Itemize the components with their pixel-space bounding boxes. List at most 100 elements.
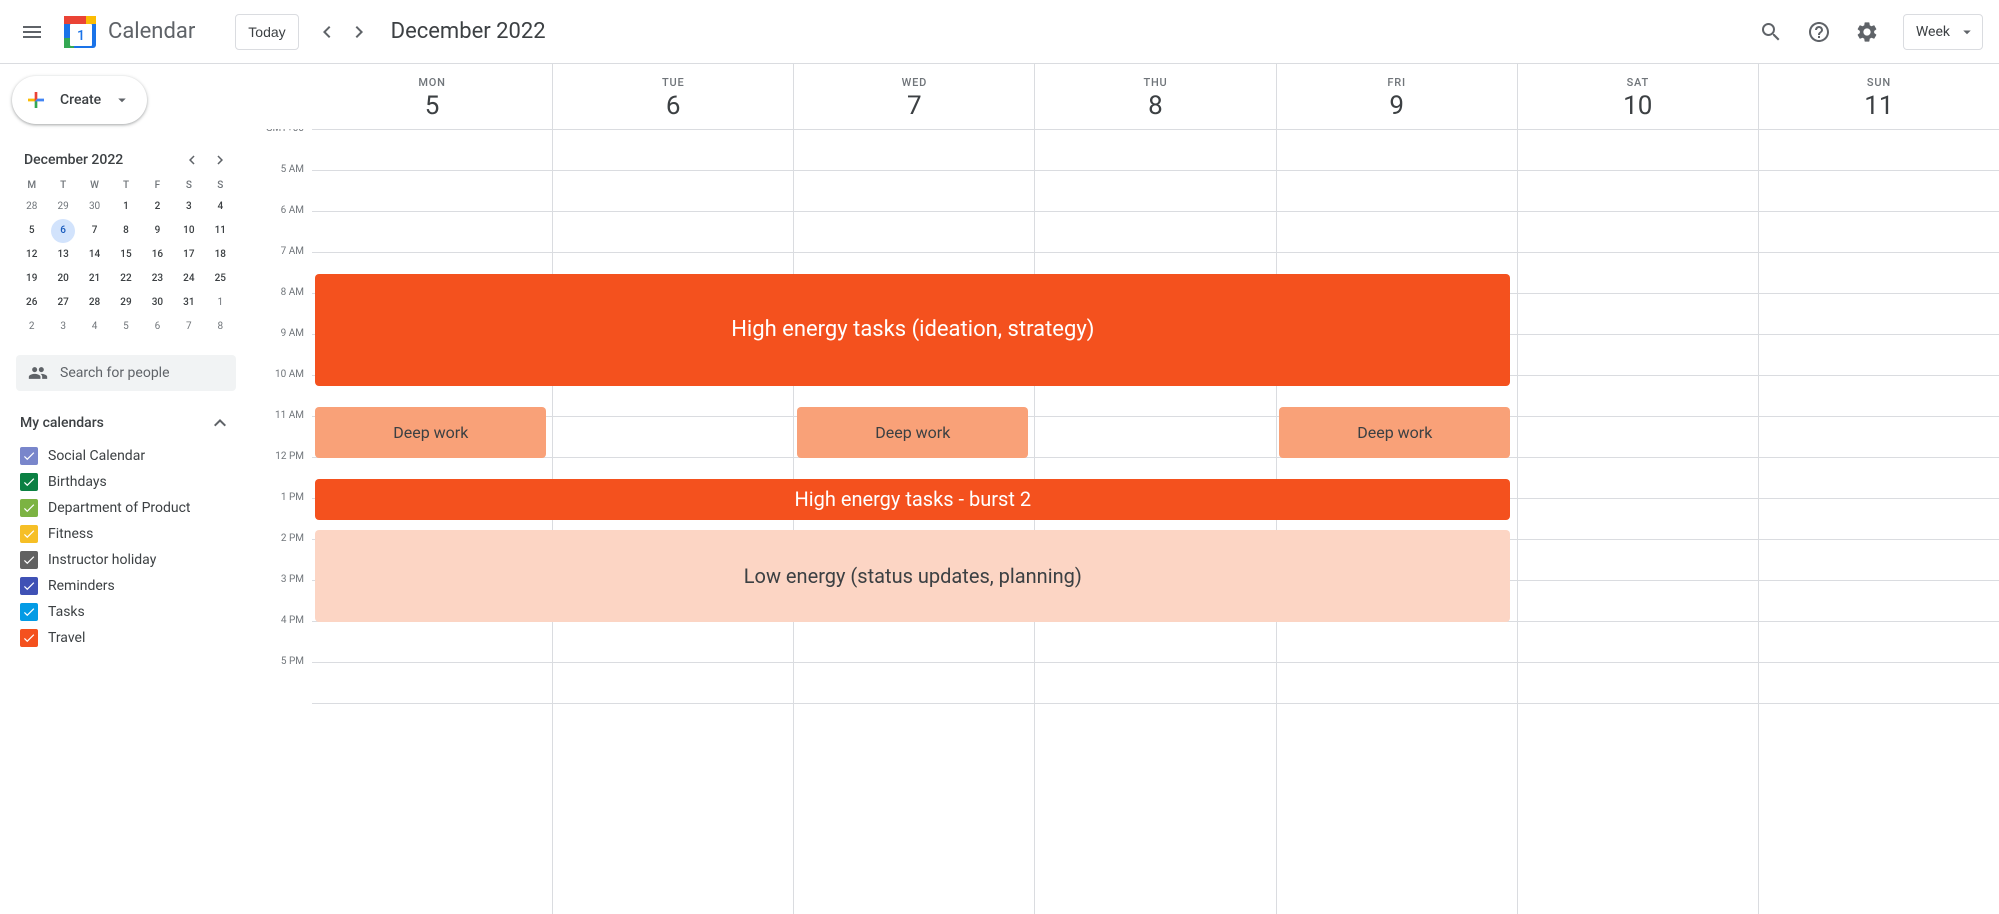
mini-day-cell[interactable]: 25 — [205, 267, 236, 291]
mini-day-cell[interactable]: 14 — [79, 243, 110, 267]
mini-day-cell[interactable]: 6 — [142, 315, 173, 339]
calendar-item[interactable]: Fitness — [12, 521, 240, 547]
event[interactable]: Deep work — [315, 407, 546, 458]
calendar-name: Birthdays — [48, 474, 107, 490]
mini-day-cell[interactable]: 10 — [173, 219, 204, 243]
mini-day-cell[interactable]: 4 — [79, 315, 110, 339]
calendar-item[interactable]: Department of Product — [12, 495, 240, 521]
grid-columns[interactable]: High energy tasks (ideation, strategy) De… — [312, 129, 1999, 914]
mini-day-cell[interactable]: 2 — [16, 315, 47, 339]
day-header[interactable]: SUN11 — [1758, 64, 1999, 129]
mini-day-cell[interactable]: 4 — [205, 195, 236, 219]
mini-day-cell[interactable]: 28 — [79, 291, 110, 315]
calendar-area: MON5TUE6WED7THU8FRI9SAT10SUN11 GMT+00 5 … — [256, 64, 1999, 914]
mini-day-cell[interactable]: 11 — [205, 219, 236, 243]
mini-dow-label: T — [110, 176, 141, 195]
mini-day-cell[interactable]: 31 — [173, 291, 204, 315]
calendar-item[interactable]: Tasks — [12, 599, 240, 625]
my-calendars-section: My calendars Social Calendar Birthdays Dep… — [12, 407, 240, 651]
day-header[interactable]: SAT10 — [1517, 64, 1758, 129]
calendar-checkbox[interactable] — [20, 577, 38, 595]
mini-day-cell[interactable]: 23 — [142, 267, 173, 291]
day-header[interactable]: FRI9 — [1276, 64, 1517, 129]
date-label: 9 — [1277, 91, 1517, 121]
mini-day-cell[interactable]: 7 — [79, 219, 110, 243]
mini-day-cell[interactable]: 30 — [79, 195, 110, 219]
mini-day-cell[interactable]: 17 — [173, 243, 204, 267]
day-column[interactable] — [1758, 130, 1999, 914]
my-calendars-toggle[interactable]: My calendars — [12, 407, 240, 439]
mini-day-cell[interactable]: 1 — [110, 195, 141, 219]
mini-day-cell[interactable]: 15 — [110, 243, 141, 267]
mini-day-cell[interactable]: 28 — [16, 195, 47, 219]
calendar-item[interactable]: Birthdays — [12, 469, 240, 495]
mini-day-cell[interactable]: 16 — [142, 243, 173, 267]
grid-body[interactable]: GMT+00 5 AM6 AM7 AM8 AM9 AM10 AM11 AM12 … — [256, 129, 1999, 914]
view-selector[interactable]: Week — [1903, 14, 1983, 50]
day-headers: MON5TUE6WED7THU8FRI9SAT10SUN11 — [256, 64, 1999, 129]
day-column[interactable] — [1034, 130, 1275, 914]
main-menu-button[interactable] — [8, 8, 56, 56]
today-button[interactable]: Today — [235, 14, 298, 50]
mini-day-cell[interactable]: 29 — [110, 291, 141, 315]
calendar-item[interactable]: Social Calendar — [12, 443, 240, 469]
day-header[interactable]: MON5 — [312, 64, 552, 129]
day-column[interactable] — [312, 130, 552, 914]
mini-prev-button[interactable] — [180, 148, 204, 172]
calendar-checkbox[interactable] — [20, 447, 38, 465]
mini-day-cell[interactable]: 6 — [47, 219, 78, 243]
day-column[interactable] — [793, 130, 1034, 914]
event[interactable]: Deep work — [1279, 407, 1510, 458]
calendar-item[interactable]: Travel — [12, 625, 240, 651]
prev-week-button[interactable] — [311, 16, 343, 48]
mini-day-cell[interactable]: 8 — [205, 315, 236, 339]
day-column[interactable] — [1517, 130, 1758, 914]
mini-day-cell[interactable]: 22 — [110, 267, 141, 291]
mini-day-cell[interactable]: 13 — [47, 243, 78, 267]
mini-day-cell[interactable]: 5 — [110, 315, 141, 339]
mini-day-cell[interactable]: 29 — [47, 195, 78, 219]
mini-day-cell[interactable]: 24 — [173, 267, 204, 291]
mini-day-cell[interactable]: 20 — [47, 267, 78, 291]
day-header[interactable]: TUE6 — [552, 64, 793, 129]
calendar-checkbox[interactable] — [20, 603, 38, 621]
event[interactable]: Low energy (status updates, planning) — [315, 530, 1510, 622]
mini-day-cell[interactable]: 21 — [79, 267, 110, 291]
mini-day-cell[interactable]: 7 — [173, 315, 204, 339]
mini-day-cell[interactable]: 1 — [205, 291, 236, 315]
mini-day-cell[interactable]: 5 — [16, 219, 47, 243]
nav-arrows — [311, 16, 375, 48]
day-column[interactable] — [1276, 130, 1517, 914]
calendar-item[interactable]: Reminders — [12, 573, 240, 599]
calendar-checkbox[interactable] — [20, 499, 38, 517]
event[interactable]: High energy tasks (ideation, strategy) — [315, 274, 1510, 387]
next-week-button[interactable] — [343, 16, 375, 48]
mini-day-cell[interactable]: 3 — [173, 195, 204, 219]
day-column[interactable] — [552, 130, 793, 914]
support-button[interactable] — [1799, 12, 1839, 52]
calendar-item[interactable]: Instructor holiday — [12, 547, 240, 573]
mini-day-cell[interactable]: 12 — [16, 243, 47, 267]
mini-day-cell[interactable]: 9 — [142, 219, 173, 243]
event[interactable]: Deep work — [797, 407, 1028, 458]
mini-next-button[interactable] — [208, 148, 232, 172]
mini-day-cell[interactable]: 30 — [142, 291, 173, 315]
mini-day-cell[interactable]: 18 — [205, 243, 236, 267]
mini-day-cell[interactable]: 26 — [16, 291, 47, 315]
mini-day-cell[interactable]: 2 — [142, 195, 173, 219]
calendar-checkbox[interactable] — [20, 629, 38, 647]
calendar-checkbox[interactable] — [20, 473, 38, 491]
search-button[interactable] — [1751, 12, 1791, 52]
day-header[interactable]: WED7 — [793, 64, 1034, 129]
mini-day-cell[interactable]: 19 — [16, 267, 47, 291]
mini-day-cell[interactable]: 27 — [47, 291, 78, 315]
event[interactable]: High energy tasks - burst 2 — [315, 479, 1510, 520]
day-header[interactable]: THU8 — [1034, 64, 1275, 129]
create-button[interactable]: Create — [12, 76, 147, 124]
settings-button[interactable] — [1847, 12, 1887, 52]
calendar-checkbox[interactable] — [20, 551, 38, 569]
mini-day-cell[interactable]: 8 — [110, 219, 141, 243]
mini-day-cell[interactable]: 3 — [47, 315, 78, 339]
search-people-input[interactable]: Search for people — [16, 355, 236, 391]
calendar-checkbox[interactable] — [20, 525, 38, 543]
